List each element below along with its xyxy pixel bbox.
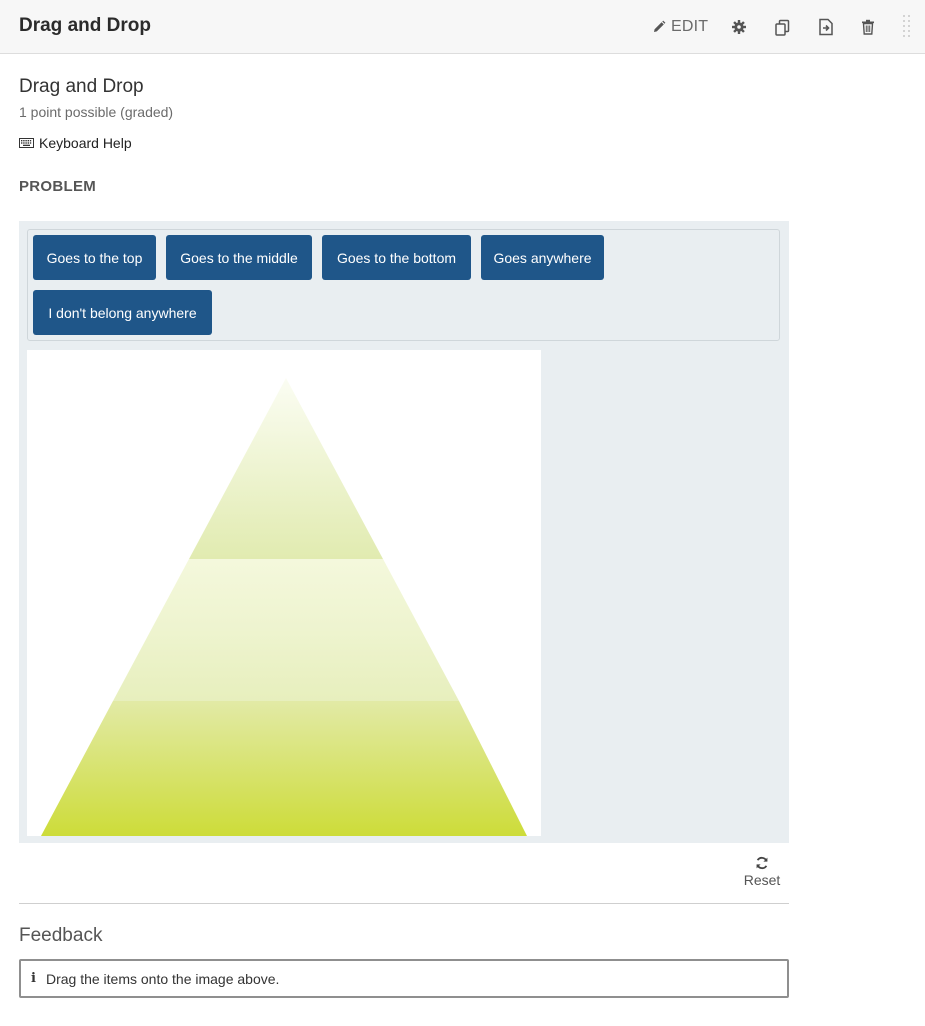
points-possible: 1 point possible (graded) [19, 104, 174, 120]
duplicate-button[interactable] [774, 16, 791, 38]
pyramid-zone-top [189, 378, 383, 559]
duplicate-icon [775, 19, 790, 36]
pencil-icon [654, 20, 666, 32]
component-title: Drag and Drop [19, 15, 151, 36]
problem-heading: PROBLEM [19, 178, 97, 195]
item-bank: Goes to the top Goes to the middle Goes … [27, 229, 780, 341]
info-icon: i [31, 971, 36, 986]
keyboard-icon [19, 138, 34, 148]
feedback-message: Drag the items onto the image above. [45, 970, 280, 987]
drag-item-middle[interactable]: Goes to the middle [166, 235, 312, 280]
pyramid-image [41, 378, 527, 836]
settings-button[interactable] [731, 16, 747, 38]
edit-label: EDIT [671, 18, 709, 35]
feedback-title: Feedback [19, 925, 103, 946]
component-header: Drag and Drop EDIT [0, 0, 925, 54]
drag-item-bottom[interactable]: Goes to the bottom [322, 235, 471, 280]
refresh-icon [756, 856, 768, 870]
edit-button[interactable]: EDIT [652, 16, 708, 38]
keyboard-help-link[interactable]: Keyboard Help [19, 135, 132, 151]
divider [19, 903, 789, 904]
drop-target-image[interactable] [27, 350, 541, 836]
reset-label: Reset [743, 872, 781, 888]
drag-drop-area: Goes to the top Goes to the middle Goes … [19, 221, 789, 843]
reset-button[interactable]: Reset [740, 856, 784, 888]
drag-item-anywhere[interactable]: Goes anywhere [481, 235, 604, 280]
move-icon [819, 18, 833, 36]
gear-icon [732, 20, 746, 34]
drag-item-top[interactable]: Goes to the top [33, 235, 156, 280]
keyboard-help-label: Keyboard Help [39, 135, 132, 151]
trash-icon [862, 19, 874, 35]
pyramid-zone-middle [113, 559, 459, 701]
drag-handle-icon[interactable] [902, 14, 912, 40]
problem-title: Drag and Drop [19, 76, 144, 97]
move-button[interactable] [818, 16, 834, 38]
pyramid-zone-bottom [41, 701, 527, 836]
feedback-box: i Drag the items onto the image above. [19, 959, 789, 998]
delete-button[interactable] [861, 16, 875, 38]
drag-item-nowhere[interactable]: I don't belong anywhere [33, 290, 212, 335]
